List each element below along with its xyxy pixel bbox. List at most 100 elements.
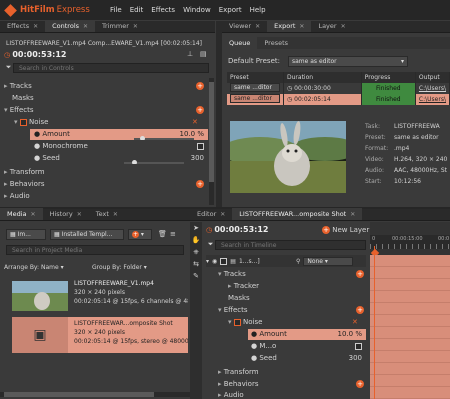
editor-amount-row[interactable]: ● Amount 10.0 %	[248, 329, 366, 340]
tree-transform[interactable]: ▸ Transform	[4, 167, 206, 178]
tab-controls[interactable]: Controls ✕	[45, 20, 96, 33]
controls-timecode[interactable]: 00:00:53:12	[12, 50, 66, 59]
keyframe-icon[interactable]: ●	[34, 129, 40, 140]
controls-scrollbar[interactable]	[209, 78, 214, 205]
close-icon[interactable]: ✕	[133, 21, 138, 33]
close-icon[interactable]: ✕	[255, 21, 260, 33]
noise-enable-checkbox[interactable]	[233, 318, 241, 326]
remove-effect-icon[interactable]: ✕	[192, 117, 198, 128]
editor-tree-transform[interactable]: ▸ Transform	[218, 367, 366, 378]
noise-enable-checkbox[interactable]	[19, 118, 27, 126]
amount-value[interactable]: 10.0 %	[338, 329, 362, 340]
default-preset-select[interactable]: same as editor ▾	[288, 56, 408, 67]
slip-tool-icon[interactable]: ⇆	[190, 258, 202, 270]
add-behavior-icon[interactable]: +	[356, 380, 364, 388]
queue-row[interactable]: same ...ditor ◷ 00:02:05:14 Finished C:\…	[227, 94, 450, 105]
tab-viewer[interactable]: Viewer ✕	[222, 20, 267, 32]
add-effect-icon[interactable]: +	[356, 306, 364, 314]
menu-window[interactable]: Window	[183, 6, 211, 14]
add-effect-icon[interactable]: +	[196, 106, 204, 114]
tab-editor[interactable]: Editor ✕	[190, 208, 232, 220]
tab-effects[interactable]: Effects ✕	[0, 20, 45, 32]
link-icon[interactable]: ⚲	[296, 258, 300, 265]
row-output-link[interactable]: C:\Users\	[415, 94, 450, 105]
media-item-selected[interactable]: ▣ LISTOFFREEWAR...omposite Shot 320 × 24…	[12, 317, 188, 353]
tree-audio[interactable]: ▸ Audio	[4, 191, 206, 202]
select-tool-icon[interactable]: ➤	[190, 222, 202, 234]
media-hscrollbar[interactable]	[0, 392, 190, 397]
media-search-input[interactable]: Search in Project Media	[6, 245, 184, 255]
add-track-icon[interactable]: +	[356, 270, 364, 278]
text-tool-icon[interactable]: ✎	[190, 270, 202, 282]
add-track-icon[interactable]: +	[196, 82, 204, 90]
close-icon[interactable]: ✕	[299, 21, 304, 33]
seed-slider-knob[interactable]	[132, 160, 138, 164]
editor-tree-tracks[interactable]: ▾ Tracks +	[218, 269, 366, 280]
tab-media[interactable]: Media ✕	[0, 208, 43, 220]
list-view-icon[interactable]: ≡	[170, 230, 176, 238]
layer-row[interactable]: ▾ ◉ ▤ 1...s...] ⚲ None ▾	[206, 255, 366, 267]
seed-value[interactable]: 300	[191, 153, 204, 164]
menu-effects[interactable]: Effects	[151, 6, 175, 14]
slice-tool-icon[interactable]: ⎈	[190, 246, 202, 258]
row-preset-select[interactable]: same ...ditor	[230, 94, 280, 103]
arrange-by-select[interactable]: Arrange By: Name ▾	[4, 262, 89, 273]
tree-tracks[interactable]: ▸ Tracks +	[4, 81, 206, 92]
row-preset-select[interactable]: same ...ditor	[230, 83, 280, 92]
row-output-link[interactable]: C:\Users\	[415, 83, 450, 94]
save-icon[interactable]: ▤	[200, 49, 207, 60]
blend-mode-select[interactable]: None ▾	[303, 256, 354, 266]
seed-slider[interactable]	[124, 160, 185, 164]
installed-templates-button[interactable]: ▦ Installed Templ...	[50, 229, 124, 240]
menu-export[interactable]: Export	[219, 6, 242, 14]
close-icon[interactable]: ✕	[77, 209, 82, 221]
menu-file[interactable]: File	[110, 6, 122, 14]
pan-tool-icon[interactable]: ✋	[190, 234, 202, 246]
keyframe-icon[interactable]: ●	[251, 353, 257, 364]
tab-layer[interactable]: Layer ✕	[311, 20, 352, 32]
editor-timecode[interactable]: 00:00:53:12	[214, 225, 268, 234]
controls-scroll-thumb[interactable]	[209, 82, 214, 182]
subtab-queue[interactable]: Queue	[222, 37, 258, 49]
tab-composite-shot[interactable]: LISTOFFREEWAR...omposite Shot ✕	[232, 208, 363, 220]
queue-row[interactable]: same ...ditor ◷ 00:00:30:00 Finished C:\…	[227, 83, 450, 94]
media-item[interactable]: LISTOFFREEWARE_V1.mp4 320 × 240 pixels 0…	[12, 279, 188, 313]
time-ruler[interactable]: 0 00:00:15:00 00:0	[370, 235, 450, 249]
amount-slider-knob[interactable]	[139, 136, 145, 140]
editor-tree-tracker[interactable]: ▸ Tracker	[228, 281, 366, 292]
close-icon[interactable]: ✕	[83, 21, 88, 33]
editor-tree-noise[interactable]: ▾ Noise ✕	[228, 317, 366, 328]
tab-text[interactable]: Text ✕	[89, 208, 125, 220]
close-icon[interactable]: ✕	[113, 209, 118, 221]
keyframe-icon[interactable]: ●	[34, 141, 40, 152]
monochrome-checkbox[interactable]	[355, 343, 362, 350]
close-icon[interactable]: ✕	[220, 209, 225, 221]
keyframe-icon[interactable]: ●	[34, 153, 40, 164]
menu-help[interactable]: Help	[250, 6, 266, 14]
header-duration[interactable]: Duration	[283, 72, 362, 83]
controls-search-input[interactable]: Search in Controls	[13, 63, 209, 73]
close-icon[interactable]: ✕	[31, 209, 36, 221]
amount-row[interactable]: ● Amount 10.0 %	[30, 129, 208, 140]
group-by-select[interactable]: Group By: Folder ▾	[92, 262, 182, 273]
editor-tree-audio[interactable]: ▸ Audio	[218, 390, 366, 399]
keyframe-icon[interactable]: ●	[251, 329, 257, 340]
eye-icon[interactable]: ◉	[212, 258, 217, 265]
timeline-search-input[interactable]: Search in Timeline	[215, 240, 366, 250]
tab-history[interactable]: History ✕	[43, 208, 89, 220]
header-preset[interactable]: Preset	[227, 72, 284, 83]
filter-icon[interactable]: ⏷	[206, 240, 215, 250]
amount-value[interactable]: 10.0 %	[180, 129, 204, 140]
layer-name[interactable]: 1...s...]	[239, 258, 293, 265]
collapse-icon[interactable]: ▾	[206, 258, 209, 265]
filter-icon[interactable]: ⏷	[4, 63, 13, 73]
remove-effect-icon[interactable]: ✕	[352, 317, 358, 328]
tree-noise[interactable]: ▾ Noise ✕	[14, 117, 206, 128]
tab-export[interactable]: Export ✕	[267, 20, 312, 33]
header-output[interactable]: Output	[415, 72, 450, 83]
subtab-presets[interactable]: Presets	[257, 37, 295, 49]
layer-select-checkbox[interactable]	[220, 257, 228, 265]
tree-behaviors[interactable]: ▸ Behaviors +	[4, 179, 206, 190]
monochrome-checkbox[interactable]	[197, 143, 204, 150]
new-item-button[interactable]: + ▾	[128, 229, 152, 240]
